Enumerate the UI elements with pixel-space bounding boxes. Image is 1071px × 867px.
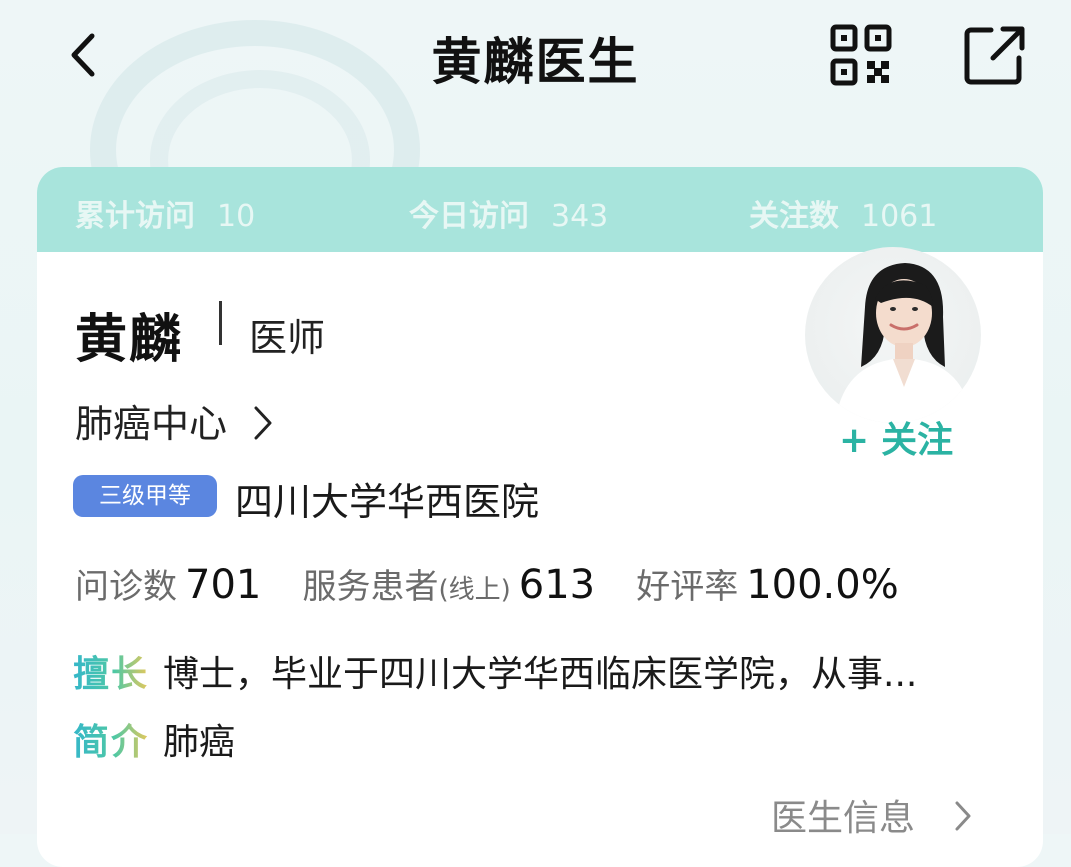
intro-row[interactable]: 简介 肺癌: [73, 713, 235, 765]
intro-text: 肺癌: [163, 722, 236, 763]
intro-tag: 简介: [73, 713, 149, 765]
total-visits: 累计访问 10: [75, 191, 255, 235]
department-link[interactable]: 肺癌中心: [75, 393, 273, 448]
doctor-portrait: [835, 263, 973, 423]
page-title: 黄麟医生: [431, 33, 640, 91]
consultations-value: 701: [185, 562, 262, 608]
qr-code-icon: [830, 24, 892, 86]
chevron-right-icon: [955, 801, 971, 831]
doctor-name: 黄麟: [75, 310, 184, 370]
expertise-text: 博士，毕业于四川大学华西临床医学院，从事...: [163, 654, 918, 695]
department-label: 肺癌中心: [75, 402, 228, 446]
doctor-metrics: 问诊数 701 服务患者(线上) 613 好评率 100.0%: [75, 559, 935, 608]
doctor-card: 累计访问 10 今日访问 343 关注数 1061 黄麟 医师 肺癌中心 + 关注: [37, 167, 1043, 867]
share-button[interactable]: [963, 24, 1027, 86]
patients-label: 服务患者: [302, 567, 439, 607]
today-visits-label: 今日访问: [409, 199, 529, 234]
patients-value: 613: [518, 562, 596, 608]
hospital-level-badge: 三级甲等: [73, 475, 217, 517]
metric-rating: 好评率 100.0%: [636, 559, 899, 608]
metric-patients: 服务患者(线上) 613: [302, 559, 595, 608]
qr-code-button[interactable]: [830, 24, 892, 86]
nav-bar: 黄麟医生: [0, 0, 1071, 110]
avatar: [805, 247, 981, 423]
rating-value: 100.0%: [746, 562, 899, 608]
expertise-row[interactable]: 擅长 博士，毕业于四川大学华西临床医学院，从事...: [73, 645, 917, 697]
hospital-name[interactable]: 四川大学华西医院: [235, 471, 539, 526]
doctor-title: 医师: [249, 316, 326, 360]
followers-value: 1061: [861, 199, 938, 234]
followers: 关注数 1061: [749, 191, 937, 235]
today-visits-value: 343: [551, 199, 609, 234]
expertise-tag: 擅长: [73, 645, 149, 697]
visit-stats-bar: 累计访问 10 今日访问 343 关注数 1061: [37, 167, 1043, 252]
today-visits: 今日访问 343: [409, 191, 608, 235]
doctor-info-label: 医生信息: [771, 798, 916, 839]
consultations-label: 问诊数: [75, 567, 177, 607]
doctor-info-link[interactable]: 医生信息: [771, 789, 972, 841]
rating-label: 好评率: [636, 567, 739, 607]
chevron-right-icon: [254, 406, 272, 440]
plus-icon: +: [839, 420, 870, 461]
follow-label: 关注: [881, 420, 954, 461]
follow-button[interactable]: + 关注: [839, 411, 953, 463]
metric-consultations: 问诊数 701: [75, 559, 261, 608]
share-external-icon: [964, 26, 1025, 85]
name-divider: [219, 301, 222, 345]
total-visits-label: 累计访问: [75, 199, 195, 234]
followers-label: 关注数: [749, 199, 839, 234]
total-visits-value: 10: [217, 199, 256, 234]
patients-sub-label: (线上): [438, 575, 511, 605]
